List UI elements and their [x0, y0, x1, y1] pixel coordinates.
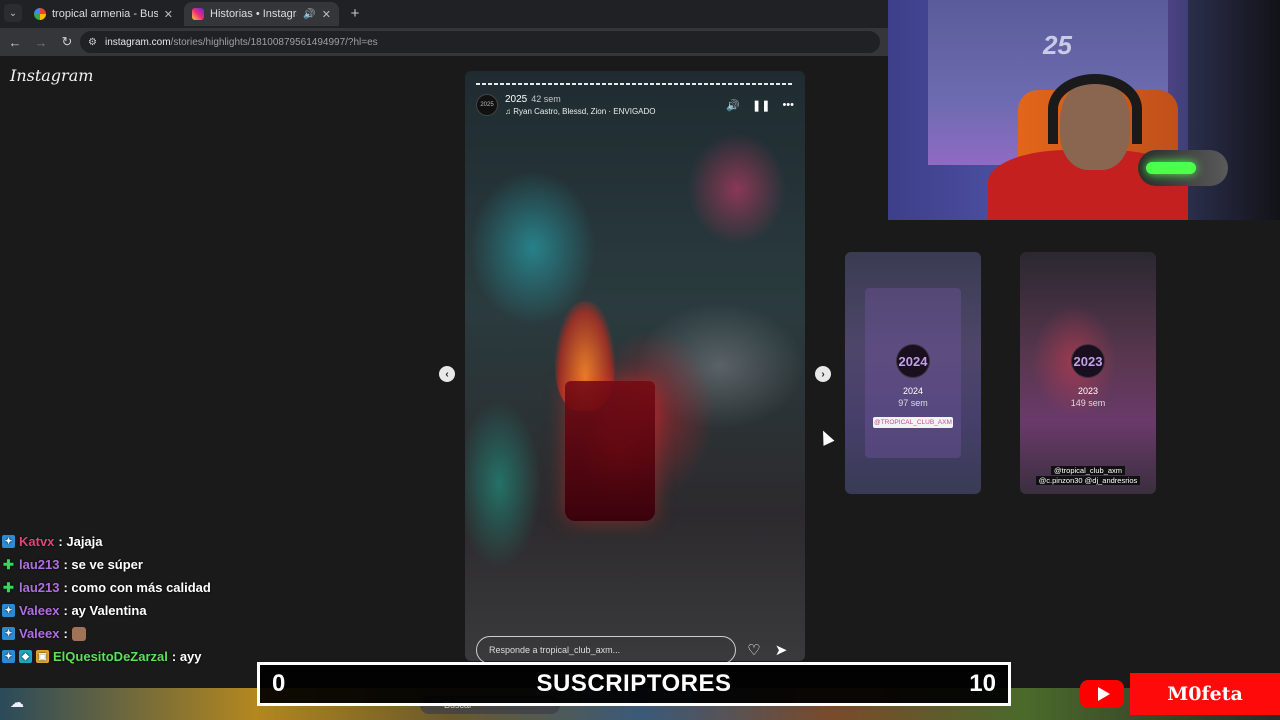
story-time: 42 sem [531, 94, 561, 104]
chat-text: : Jajaja [58, 534, 103, 549]
highlight-mention: @c.pinzon30 @dj_andresrios [1035, 476, 1141, 485]
story-music-label: Ryan Castro, Blessd, Zion · ENVIGADO [513, 107, 656, 116]
highlight-circle: 2023 [1071, 344, 1105, 378]
back-icon[interactable]: ← [4, 31, 26, 53]
heart-icon[interactable]: ♡ [744, 640, 764, 660]
address-bar[interactable]: ⚙ instagram.com/stories/highlights/18100… [80, 31, 880, 53]
highlight-mention-tag: @TROPICAL_CLUB_AXM [873, 417, 953, 428]
stream-chat: ✦ Katvx : Jajaja ✚ lau213 : se ve súper … [2, 530, 302, 668]
send-icon[interactable]: ➤ [771, 640, 791, 660]
url-path: /stories/highlights/18100879561494997/?h… [170, 36, 378, 48]
diamond-badge-icon: ◆ [19, 650, 32, 663]
more-options-icon[interactable]: ••• [782, 99, 794, 112]
subscriber-label: SUSCRIPTORES [536, 670, 732, 697]
highlight-circle: 2024 [896, 344, 930, 378]
highlight-mention: @tropical_club_axm [1050, 466, 1126, 475]
instagram-icon [192, 8, 204, 20]
story-music[interactable]: ♫ Ryan Castro, Blessd, Zion · ENVIGADO [505, 106, 719, 118]
webcam-door [1188, 0, 1280, 220]
highlight-mention-tags: @tropical_club_axm @c.pinzon30 @dj_andre… [1020, 466, 1156, 486]
chat-message: ✦ Valeex : [2, 622, 302, 645]
webcam-overlay: 25 [888, 0, 1280, 220]
pause-icon[interactable]: ❚❚ [752, 99, 770, 112]
youtube-icon [1080, 680, 1124, 708]
prime-badge-icon: ✦ [2, 650, 15, 663]
play-icon [1097, 687, 1110, 701]
site-info-icon[interactable]: ⚙ [88, 37, 97, 48]
tab-title: tropical armenia - Buscar con G [52, 8, 158, 20]
subscriber-goal-bar: 0 SUSCRIPTORES 10 [257, 662, 1011, 706]
volume-icon[interactable]: 🔊 [726, 99, 740, 112]
tab-instagram-stories[interactable]: Historias • Instagram 🔊 ✕ [184, 2, 339, 26]
chat-message: ✦ Valeex : ay Valentina [2, 599, 302, 622]
tab-search-button[interactable]: ⌄ [4, 4, 22, 22]
highlight-2024[interactable]: 2024 2024 97 sem @TROPICAL_CLUB_AXM [845, 252, 981, 494]
chat-message: ✦ Katvx : Jajaja [2, 530, 302, 553]
instagram-logo[interactable]: Instagram [10, 66, 93, 85]
mouse-cursor [817, 428, 835, 446]
chat-text: : ayy [171, 649, 202, 664]
story-glass-image [565, 381, 655, 521]
close-tab-icon[interactable]: ✕ [322, 8, 331, 21]
previous-story-arrow-icon[interactable]: ‹ [439, 366, 455, 382]
headset [1048, 74, 1142, 144]
chat-text: : [63, 626, 68, 641]
screen: ⌄ tropical armenia - Buscar con G ✕ Hist… [0, 0, 1280, 720]
prime-badge-icon: ✦ [2, 627, 15, 640]
story-avatar[interactable]: 2025 [476, 94, 498, 116]
prime-badge-icon: ✦ [2, 535, 15, 548]
story-header: 2025 2025 42 sem ♫ Ryan Castro, Blessd, Z… [476, 93, 794, 117]
music-icon: ♫ [505, 107, 514, 116]
new-tab-button[interactable]: + [346, 4, 364, 22]
highlight-title: 2024 [902, 386, 924, 396]
close-tab-icon[interactable]: ✕ [164, 8, 173, 21]
gem-badge-icon: ✚ [3, 556, 14, 572]
url-host: instagram.com [104, 36, 171, 48]
story-controls: 🔊 ❚❚ ••• [726, 99, 794, 112]
weather-icon[interactable]: ☁ [10, 694, 28, 712]
forward-icon[interactable]: → [30, 31, 52, 53]
balloon-decoration: 25 [1043, 30, 1072, 60]
chat-username: lau213 [19, 580, 60, 595]
channel-name-banner: M0feta [1130, 673, 1280, 715]
emote-icon [71, 626, 86, 641]
highlight-time: 149 sem [1070, 398, 1106, 408]
story-title[interactable]: 2025 [505, 94, 527, 105]
chat-username: Katvx [19, 534, 55, 549]
story-meta: 2025 42 sem ♫ Ryan Castro, Blessd, Zion ·… [505, 92, 719, 118]
speaker-icon[interactable]: 🔊 [303, 9, 315, 20]
story-viewer[interactable]: 2025 2025 42 sem ♫ Ryan Castro, Blessd, Z… [465, 71, 805, 661]
prime-badge-icon: ✦ [2, 604, 15, 617]
subscriber-goal: 10 [969, 670, 996, 697]
chat-text: : se ve súper [63, 557, 143, 572]
chat-username: ElQuesitoDeZarzal [53, 649, 168, 664]
chat-username: Valeex [19, 626, 60, 641]
highlight-title: 2023 [1077, 386, 1099, 396]
next-story-arrow-icon[interactable]: › [815, 366, 831, 382]
reply-input[interactable]: Responde a tropical_club_axm... [476, 636, 736, 664]
chat-text: : ay Valentina [63, 603, 147, 618]
story-progress-bar [476, 83, 794, 85]
gift-badge-icon: ▣ [36, 650, 49, 663]
tab-title: Historias • Instagram [210, 8, 297, 20]
highlight-time: 97 sem [898, 398, 928, 408]
chat-username: lau213 [19, 557, 60, 572]
chat-username: Valeex [19, 603, 60, 618]
chat-message: ✚ lau213 : se ve súper [2, 553, 302, 576]
tab-google-search[interactable]: tropical armenia - Buscar con G ✕ [26, 2, 181, 26]
chat-text: : como con más calidad [63, 580, 211, 595]
reload-icon[interactable]: ↻ [56, 31, 78, 53]
gem-badge-icon: ✚ [3, 579, 14, 595]
google-icon [34, 8, 46, 20]
highlight-2023[interactable]: 2023 2023 149 sem @tropical_club_axm @c.… [1020, 252, 1156, 494]
microphone-led [1146, 162, 1196, 174]
chat-message: ✚ lau213 : como con más calidad [2, 576, 302, 599]
